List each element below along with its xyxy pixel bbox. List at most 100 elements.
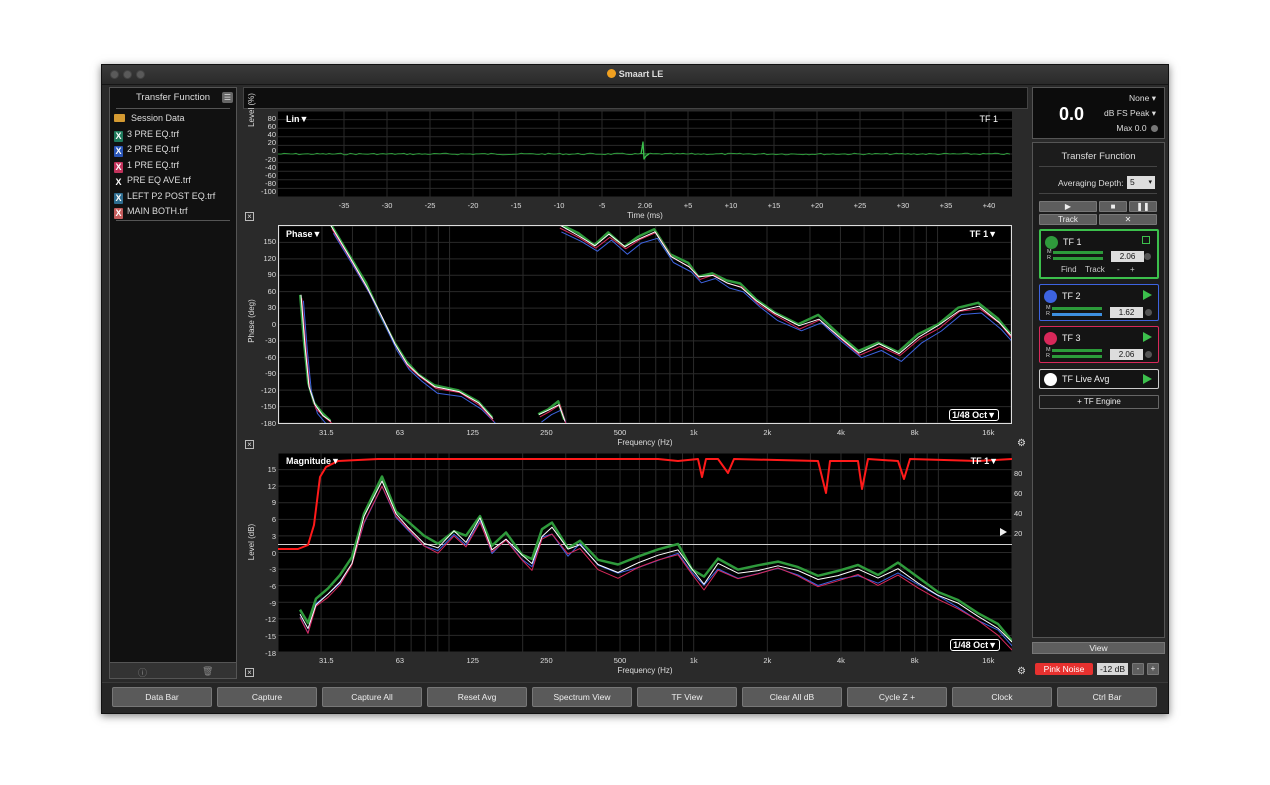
meter-mode-select[interactable]: dB FS Peak ▾ [1104, 108, 1156, 119]
magnitude-tf-selector[interactable]: TF 1▼ [971, 456, 998, 466]
magnitude-mode-selector[interactable]: Magnitude▼ [286, 456, 340, 466]
tf2-play-icon[interactable] [1143, 290, 1152, 300]
phase-settings-gear-icon[interactable]: ⚙ [1017, 439, 1027, 449]
bottom-button[interactable]: Spectrum View [532, 687, 632, 707]
tf1-delay-field[interactable]: 2.06 [1111, 251, 1144, 262]
trash-icon[interactable]: 🗑 [202, 666, 213, 677]
y-tick-label: 6 [271, 515, 276, 525]
x-tick-label: -30 [381, 201, 393, 210]
trf-file-icon: X [114, 161, 123, 173]
max-reset-led[interactable] [1151, 125, 1158, 132]
tf1-increment-button[interactable]: + [1130, 265, 1135, 274]
bottom-button[interactable]: Ctrl Bar [1057, 687, 1157, 707]
bottom-button[interactable]: Clock [952, 687, 1052, 707]
magnitude-resolution-selector[interactable]: 1/48 Oct▼ [950, 639, 1000, 651]
trf-file-icon: X [114, 192, 123, 204]
stop-button[interactable]: ■ [1099, 201, 1127, 212]
tf-engine-card-3[interactable]: TF 3 M R 2.06 [1039, 326, 1159, 363]
meter-source-select[interactable]: None ▾ [1129, 93, 1156, 104]
session-list-item[interactable]: X MAIN BOTH.trf [114, 206, 188, 219]
live-avg-play-icon[interactable] [1143, 374, 1152, 384]
tf1-expand-icon[interactable] [1142, 236, 1150, 244]
chevron-down-icon: ▾ [1148, 179, 1152, 186]
info-icon[interactable]: ⓘ [138, 666, 147, 679]
view-button[interactable]: View [1032, 642, 1165, 654]
tf1-track-button[interactable]: Track [1085, 265, 1105, 274]
phase-resolution-selector[interactable]: 1/48 Oct▼ [949, 409, 999, 421]
magnitude-settings-gear-icon[interactable]: ⚙ [1017, 667, 1027, 677]
tf3-color-dot[interactable] [1044, 332, 1057, 345]
app-window: Smaart LE Transfer Function ☰ Session Da… [101, 64, 1169, 714]
magnitude-plot[interactable]: Magnitude▼ TF 1▼ 1/48 Oct▼ [278, 453, 1012, 652]
session-list-item[interactable]: X 2 PRE EQ.trf [114, 144, 179, 157]
coherence-threshold-handle[interactable] [1000, 528, 1007, 536]
x-tick-label: -20 [467, 201, 479, 210]
impulse-plot[interactable]: Lin▼ TF 1 [278, 111, 1012, 197]
x-tick-label: 16k [982, 428, 995, 437]
tf2-color-dot[interactable] [1044, 290, 1057, 303]
pause-button[interactable]: ❚❚ [1129, 201, 1157, 212]
x-tick-label: 31.5 [318, 656, 334, 665]
session-list-item[interactable]: X LEFT P2 POST EQ.trf [114, 191, 215, 204]
session-list-item[interactable]: X 3 PRE EQ.trf [114, 129, 179, 142]
x-tick-label: -35 [338, 201, 350, 210]
x-tick-label: 63 [395, 656, 405, 665]
bottom-button[interactable]: Reset Avg [427, 687, 527, 707]
bottom-button[interactable]: Data Bar [112, 687, 212, 707]
x-tick-label: 4k [837, 428, 845, 437]
phase-tf-selector[interactable]: TF 1▼ [970, 229, 997, 239]
tf1-decrement-button[interactable]: - [1117, 265, 1120, 274]
phase-mode-selector[interactable]: Phase▼ [286, 229, 321, 239]
bottom-button[interactable]: Clear All dB [742, 687, 842, 707]
y-tick-label: -100 [260, 186, 276, 196]
tf2-delay-field[interactable]: 1.62 [1110, 307, 1143, 318]
magnitude-close-button[interactable]: × [245, 668, 254, 677]
y-tick-label: 90 [267, 270, 276, 279]
averaging-depth-select[interactable]: 5 ▾ [1127, 176, 1155, 189]
phase-close-button[interactable]: × [245, 440, 254, 449]
session-item-label: 2 PRE EQ.trf [127, 144, 180, 154]
bottom-button[interactable]: Cycle Z + [847, 687, 947, 707]
data-library-panel: Transfer Function ☰ Session Data X 3 PRE E… [109, 87, 237, 679]
tf2-meter-m-bar [1052, 307, 1102, 310]
tf-engine-card-2[interactable]: TF 2 M R 1.62 [1039, 284, 1159, 321]
x-tick-label: 250 [540, 428, 553, 437]
tf-engine-card-1[interactable]: TF 1 M R 2.06 Find Track - + [1039, 229, 1159, 279]
y-tick-label: -150 [260, 402, 276, 411]
bottom-button[interactable]: Capture All [322, 687, 422, 707]
bottom-button[interactable]: Capture [217, 687, 317, 707]
session-list-item[interactable]: X PRE EQ AVE.trf [114, 175, 191, 188]
play-button[interactable]: ▶ [1039, 201, 1097, 212]
y-tick-label: -18 [265, 648, 276, 658]
tf1-status-led [1144, 253, 1151, 260]
impulse-mode-selector[interactable]: Lin▼ [286, 114, 308, 124]
library-menu-button[interactable]: ☰ [222, 92, 233, 103]
add-tf-engine-button[interactable]: + TF Engine [1039, 395, 1159, 409]
tf3-play-icon[interactable] [1143, 332, 1152, 342]
tf1-color-dot[interactable] [1045, 236, 1058, 249]
tf-panel-title: Transfer Function [1061, 151, 1136, 162]
phase-x-label: Frequency (Hz) [617, 438, 673, 447]
noise-level-decrement[interactable]: - [1132, 663, 1144, 675]
noise-level-increment[interactable]: + [1147, 663, 1159, 675]
track-button[interactable]: Track [1039, 214, 1097, 225]
averaging-depth-label: Averaging Depth: [1058, 178, 1124, 188]
x-tick-label: 1k [689, 656, 698, 665]
y-tick-label: -12 [265, 615, 276, 625]
window-title-area: Smaart LE [102, 69, 1168, 79]
tools-icon[interactable]: ✕ [1099, 214, 1157, 225]
bottom-button[interactable]: TF View [637, 687, 737, 707]
phase-plot[interactable]: Phase▼ TF 1▼ 1/48 Oct▼ [278, 225, 1012, 424]
live-avg-color-dot[interactable] [1044, 373, 1057, 386]
tf1-find-button[interactable]: Find [1061, 265, 1077, 274]
folder-icon [114, 114, 125, 122]
tf3-delay-field[interactable]: 2.06 [1110, 349, 1143, 360]
session-list-item[interactable]: X 1 PRE EQ.trf [114, 160, 179, 173]
pink-noise-button[interactable]: Pink Noise [1035, 663, 1093, 675]
session-list-item[interactable]: Session Data [114, 113, 185, 123]
tf-live-avg-card[interactable]: TF Live Avg [1039, 369, 1159, 389]
impulse-close-button[interactable]: × [245, 212, 254, 221]
y-tick-label: 0 [271, 548, 276, 558]
y-tick-label: -9 [269, 598, 276, 608]
divider [116, 108, 230, 109]
